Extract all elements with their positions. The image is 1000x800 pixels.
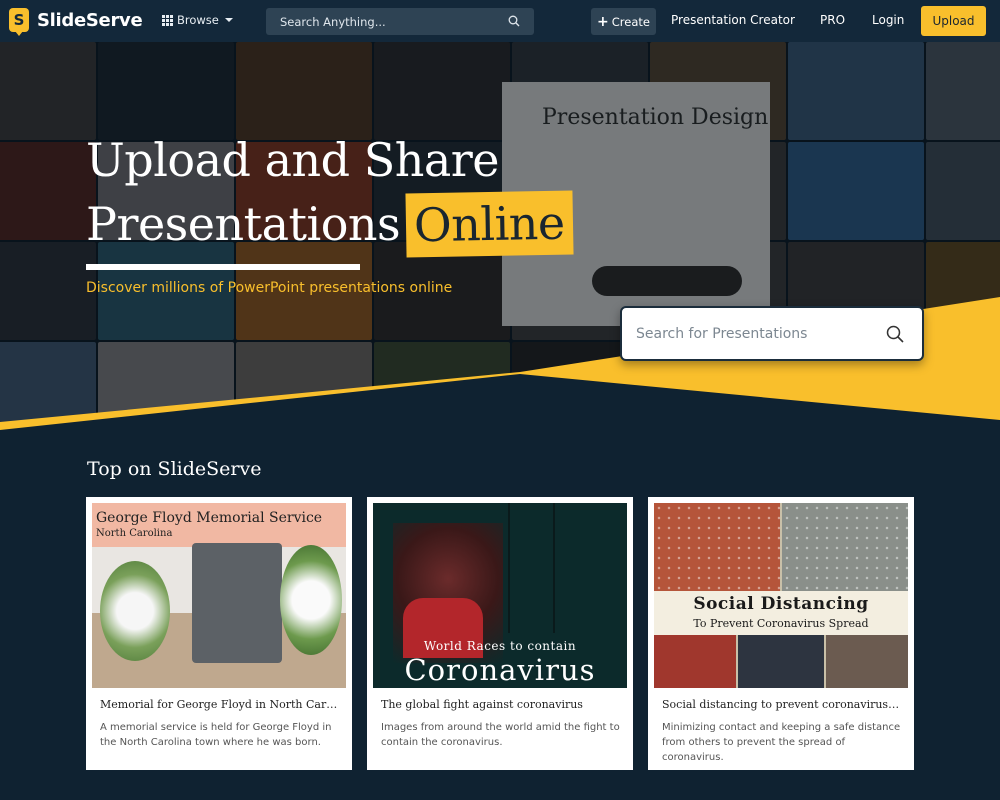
presentation-card[interactable]: Social Distancing To Prevent Coronavirus… (648, 497, 914, 770)
title-underline (86, 264, 360, 270)
thumbnail-heading: Social Distancing (693, 594, 869, 614)
card-thumbnail[interactable]: Social Distancing To Prevent Coronavirus… (654, 503, 908, 688)
pro-link[interactable]: PRO (820, 13, 845, 27)
card-description: Images from around the world amid the fi… (381, 722, 620, 748)
search-icon[interactable] (508, 15, 520, 27)
presentation-card[interactable]: World Races to contain Coronavirus The g… (367, 497, 633, 770)
hero-banner: Presentation Design Upload and Share Pre… (0, 42, 1000, 462)
card-thumbnail[interactable]: George Floyd Memorial Service North Caro… (92, 503, 346, 688)
slideserve-logo[interactable]: S SlideServe (9, 8, 143, 36)
hero-search-box (620, 306, 924, 361)
card-title[interactable]: The global fight against coronavirus (381, 698, 621, 711)
top-presentations-list: George Floyd Memorial Service North Caro… (86, 497, 914, 770)
hero-title-highlight: Online (405, 190, 574, 258)
plus-icon: + (597, 13, 609, 30)
thumbnail-subheading: North Carolina (96, 528, 173, 539)
thumbnail-subheading: To Prevent Coronavirus Spread (693, 617, 869, 630)
caret-down-icon (224, 18, 233, 22)
hero-title: Upload and Share Presentations Online (86, 128, 574, 258)
grid-icon (162, 15, 173, 26)
card-thumbnail[interactable]: World Races to contain Coronavirus (373, 503, 627, 688)
thumbnail-heading: World Races to contain (423, 639, 577, 653)
card-title[interactable]: Social distancing to prevent coronavirus… (662, 698, 902, 711)
logo-text: SlideServe (37, 9, 143, 31)
card-title[interactable]: Memorial for George Floyd in North Carol… (100, 698, 340, 711)
presentation-card[interactable]: George Floyd Memorial Service North Caro… (86, 497, 352, 770)
thumbnail-subheading: Coronavirus (404, 653, 596, 687)
create-button[interactable]: + Create (591, 8, 656, 35)
browse-menu[interactable]: Browse (162, 13, 233, 27)
section-title: Top on SlideServe (87, 458, 262, 480)
create-label: Create (611, 14, 650, 29)
nav-search-bar (266, 8, 534, 35)
card-description: A memorial service is held for George Fl… (100, 722, 332, 748)
presentation-creator-link[interactable]: Presentation Creator (671, 13, 795, 27)
top-nav: S SlideServe Browse + Create Presentatio… (0, 0, 1000, 42)
browse-label: Browse (177, 13, 219, 27)
upload-button[interactable]: Upload (921, 6, 986, 36)
hero-subtitle: Discover millions of PowerPoint presenta… (86, 280, 453, 296)
hero-title-line1: Upload and Share (86, 133, 500, 187)
search-icon[interactable] (886, 325, 904, 343)
hero-search-input[interactable] (636, 325, 876, 342)
hero-title-line2: Presentations (86, 197, 401, 251)
nav-search-input[interactable] (280, 14, 500, 29)
logo-icon: S (9, 8, 29, 36)
login-link[interactable]: Login (872, 13, 904, 27)
thumbnail-heading: George Floyd Memorial Service (96, 510, 323, 526)
card-description: Minimizing contact and keeping a safe di… (662, 722, 901, 763)
